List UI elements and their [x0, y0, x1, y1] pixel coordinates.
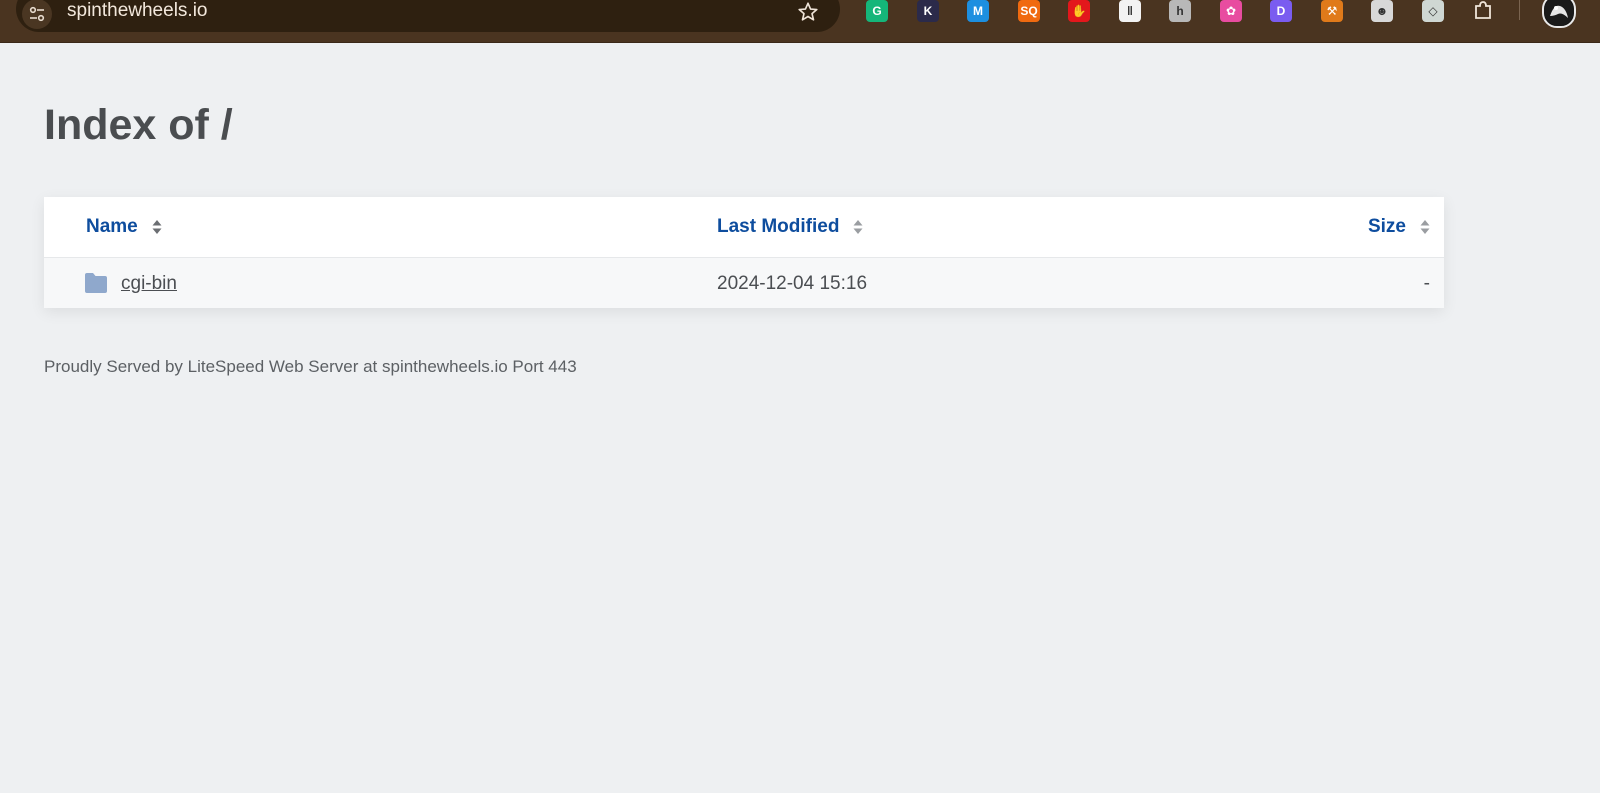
address-bar[interactable]: spinthewheels.io: [16, 0, 840, 32]
page-title: Index of /: [44, 101, 233, 149]
sq-extension-icon[interactable]: SQ: [1018, 0, 1040, 22]
size-column-label: Size: [1367, 216, 1406, 237]
puzzle-icon[interactable]: [1472, 0, 1494, 22]
sort-by-size-header[interactable]: Size: [1368, 197, 1430, 257]
hand-stop-icon[interactable]: ✋: [1068, 0, 1090, 22]
bars-extension-icon[interactable]: ‖: [1119, 0, 1141, 22]
bookmark-star-button[interactable]: [794, 0, 822, 26]
k-extension-icon[interactable]: K: [917, 0, 939, 22]
directory-listing-table: Name Last Modified Size cgi-bin 2024-12-…: [44, 197, 1444, 308]
last-modified-cell: 2024-12-04 15:16: [717, 273, 868, 294]
h-extension-icon[interactable]: h: [1169, 0, 1191, 22]
sort-by-last-modified-header[interactable]: Last Modified: [717, 197, 863, 257]
server-footer: Proudly Served by LiteSpeed Web Server a…: [44, 357, 577, 376]
table-row: cgi-bin 2024-12-04 15:16 -: [44, 258, 1444, 308]
site-info-button[interactable]: [22, 0, 52, 29]
m-extension-icon[interactable]: M: [967, 0, 989, 22]
sort-icon: [152, 220, 162, 234]
size-cell: -: [1423, 273, 1430, 294]
last-modified-column-label: Last Modified: [717, 216, 840, 237]
folder-icon: [85, 273, 107, 293]
table-header: Name Last Modified Size: [44, 197, 1444, 258]
pickaxe-icon[interactable]: ⚒: [1321, 0, 1343, 22]
url-text[interactable]: spinthewheels.io: [67, 0, 207, 22]
grammarly-icon[interactable]: G: [866, 0, 888, 22]
name-column-label: Name: [86, 216, 138, 237]
toolbar-separator: [1519, 0, 1520, 20]
sort-icon: [1420, 220, 1430, 234]
robot-extension-icon[interactable]: ☻: [1371, 0, 1393, 22]
tune-icon: [29, 6, 45, 22]
sort-by-name-header[interactable]: Name: [86, 197, 162, 257]
color-wheel-icon[interactable]: ✿: [1220, 0, 1242, 22]
d-extension-icon[interactable]: D: [1270, 0, 1292, 22]
browser-toolbar: spinthewheels.io G K M SQ ✋ ‖ h ✿ D ⚒ ☻ ◇: [0, 0, 1600, 43]
diamond-extension-icon[interactable]: ◇: [1422, 0, 1444, 22]
file-link-cgi-bin[interactable]: cgi-bin: [121, 272, 177, 296]
avatar-icon: [1544, 0, 1574, 26]
star-icon: [798, 2, 818, 21]
profile-avatar[interactable]: [1542, 0, 1576, 28]
sort-icon: [853, 220, 863, 234]
